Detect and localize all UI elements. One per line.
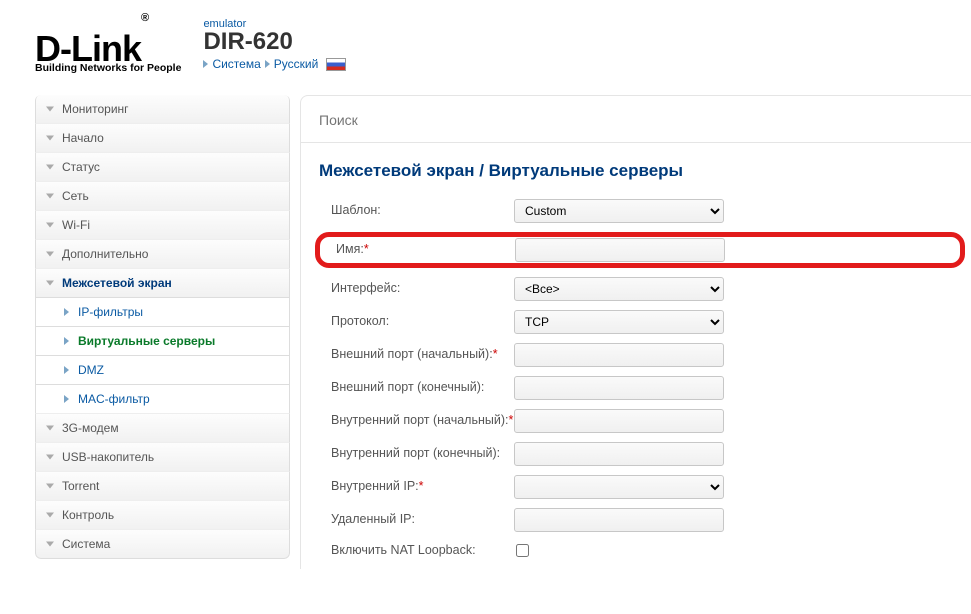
label-protocol: Протокол: bbox=[319, 314, 514, 330]
sidebar-item-3g[interactable]: 3G-модем bbox=[35, 413, 290, 443]
header-right: emulator DIR-620 Система Русский bbox=[203, 18, 346, 73]
sidebar-item-system[interactable]: Система bbox=[35, 529, 290, 559]
row-int-port-start: Внутренний порт (начальный):* bbox=[319, 409, 953, 433]
select-protocol[interactable]: TCP bbox=[514, 310, 724, 334]
label-int-port-end: Внутренний порт (конечный): bbox=[319, 446, 514, 462]
row-protocol: Протокол: TCP bbox=[319, 310, 953, 334]
breadcrumb: Система Русский bbox=[203, 57, 346, 71]
sidebar-item-firewall[interactable]: Межсетевой экран bbox=[35, 268, 290, 298]
row-interface: Интерфейс: <Все> bbox=[319, 277, 953, 301]
label-ext-port-start: Внешний порт (начальный):* bbox=[319, 347, 514, 363]
search-input[interactable] bbox=[319, 108, 953, 132]
breadcrumb-system[interactable]: Система bbox=[212, 57, 260, 71]
label-int-ip: Внутренний IP:* bbox=[319, 479, 514, 495]
label-name: Имя:* bbox=[324, 242, 515, 258]
page-title: Межсетевой экран / Виртуальные серверы bbox=[301, 161, 971, 199]
row-nat-loopback: Включить NAT Loopback: bbox=[319, 541, 953, 560]
sidebar-item-control[interactable]: Контроль bbox=[35, 500, 290, 530]
select-interface[interactable]: <Все> bbox=[514, 277, 724, 301]
sidebar-item-status[interactable]: Статус bbox=[35, 152, 290, 182]
row-remote-ip: Удаленный IP: bbox=[319, 508, 953, 532]
sidebar-sub-virtual-servers[interactable]: Виртуальные серверы bbox=[35, 326, 290, 356]
breadcrumb-lang[interactable]: Русский bbox=[274, 57, 319, 71]
logo: D-Link® Building Networks for People bbox=[35, 31, 181, 74]
sidebar-item-advanced[interactable]: Дополнительно bbox=[35, 239, 290, 269]
model-label: DIR-620 bbox=[203, 28, 346, 56]
sidebar: Мониторинг Начало Статус Сеть Wi-Fi Допо… bbox=[0, 95, 300, 569]
flag-russia-icon[interactable] bbox=[326, 58, 346, 71]
input-remote-ip[interactable] bbox=[514, 508, 724, 532]
input-int-port-start[interactable] bbox=[514, 409, 724, 433]
sidebar-item-usb[interactable]: USB-накопитель bbox=[35, 442, 290, 472]
row-ext-port-end: Внешний порт (конечный): bbox=[319, 376, 953, 400]
sidebar-item-monitoring[interactable]: Мониторинг bbox=[35, 95, 290, 124]
header: D-Link® Building Networks for People emu… bbox=[0, 0, 971, 83]
label-remote-ip: Удаленный IP: bbox=[319, 512, 514, 528]
label-nat-loopback: Включить NAT Loopback: bbox=[319, 543, 514, 559]
select-template[interactable]: Custom bbox=[514, 199, 724, 223]
row-template: Шаблон: Custom bbox=[319, 199, 953, 223]
chevron-right-icon bbox=[203, 60, 208, 68]
sidebar-item-network[interactable]: Сеть bbox=[35, 181, 290, 211]
form-virtual-server: Шаблон: Custom Имя:* Интерфейс: <Все> Пр… bbox=[301, 199, 971, 560]
sidebar-item-torrent[interactable]: Torrent bbox=[35, 471, 290, 501]
label-interface: Интерфейс: bbox=[319, 281, 514, 297]
sidebar-sub-ip-filters[interactable]: IP-фильтры bbox=[35, 297, 290, 327]
label-ext-port-end: Внешний порт (конечный): bbox=[319, 380, 514, 396]
label-template: Шаблон: bbox=[319, 203, 514, 219]
label-int-port-start: Внутренний порт (начальный):* bbox=[319, 413, 514, 429]
sidebar-sub-dmz[interactable]: DMZ bbox=[35, 355, 290, 385]
logo-text: D-Link® bbox=[35, 31, 181, 67]
row-int-ip: Внутренний IP:* bbox=[319, 475, 953, 499]
row-name: Имя:* bbox=[324, 238, 952, 262]
sidebar-item-start[interactable]: Начало bbox=[35, 123, 290, 153]
chevron-right-icon bbox=[265, 60, 270, 68]
input-name[interactable] bbox=[515, 238, 725, 262]
select-int-ip[interactable] bbox=[514, 475, 724, 499]
content: Межсетевой экран / Виртуальные серверы Ш… bbox=[300, 95, 971, 569]
row-int-port-end: Внутренний порт (конечный): bbox=[319, 442, 953, 466]
checkbox-nat-loopback[interactable] bbox=[516, 544, 529, 557]
row-ext-port-start: Внешний порт (начальный):* bbox=[319, 343, 953, 367]
divider bbox=[301, 142, 971, 143]
input-ext-port-end[interactable] bbox=[514, 376, 724, 400]
input-int-port-end[interactable] bbox=[514, 442, 724, 466]
sidebar-item-wifi[interactable]: Wi-Fi bbox=[35, 210, 290, 240]
highlight-name-row: Имя:* bbox=[315, 232, 965, 268]
sidebar-sub-mac-filter[interactable]: MAC-фильтр bbox=[35, 384, 290, 414]
input-ext-port-start[interactable] bbox=[514, 343, 724, 367]
